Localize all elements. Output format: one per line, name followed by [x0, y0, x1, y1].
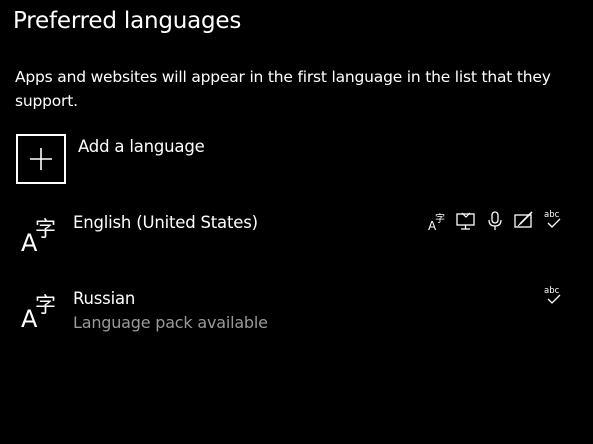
svg-text:abc: abc [544, 286, 560, 296]
plus-icon [30, 148, 52, 170]
language-item-english[interactable]: A 字 English (United States) A 字 abc [0, 204, 593, 276]
language-glyph-icon: A 字 [21, 217, 56, 253]
spell-check-icon: abc [544, 286, 561, 304]
display-language-icon: A 字 [428, 212, 445, 232]
svg-text:abc: abc [544, 210, 560, 220]
spell-check-icon: abc [544, 210, 561, 228]
language-name: English (United States) [73, 213, 258, 232]
add-language-button[interactable]: Add a language [16, 134, 356, 186]
add-language-label: Add a language [78, 137, 205, 156]
svg-text:字: 字 [35, 293, 56, 317]
language-name: Russian [73, 289, 136, 308]
speech-recognition-icon [488, 211, 502, 230]
language-item-russian[interactable]: A 字 Russian Language pack available abc [0, 280, 593, 352]
language-status: Language pack available [73, 313, 268, 332]
text-to-speech-icon [456, 212, 475, 230]
handwriting-icon [514, 211, 533, 228]
svg-text:字: 字 [435, 212, 445, 225]
page-title: Preferred languages [13, 8, 242, 34]
language-glyph-icon: A 字 [21, 293, 56, 329]
add-language-icon-box [16, 134, 66, 184]
page-description: Apps and websites will appear in the fir… [15, 68, 551, 110]
svg-text:字: 字 [35, 217, 56, 241]
